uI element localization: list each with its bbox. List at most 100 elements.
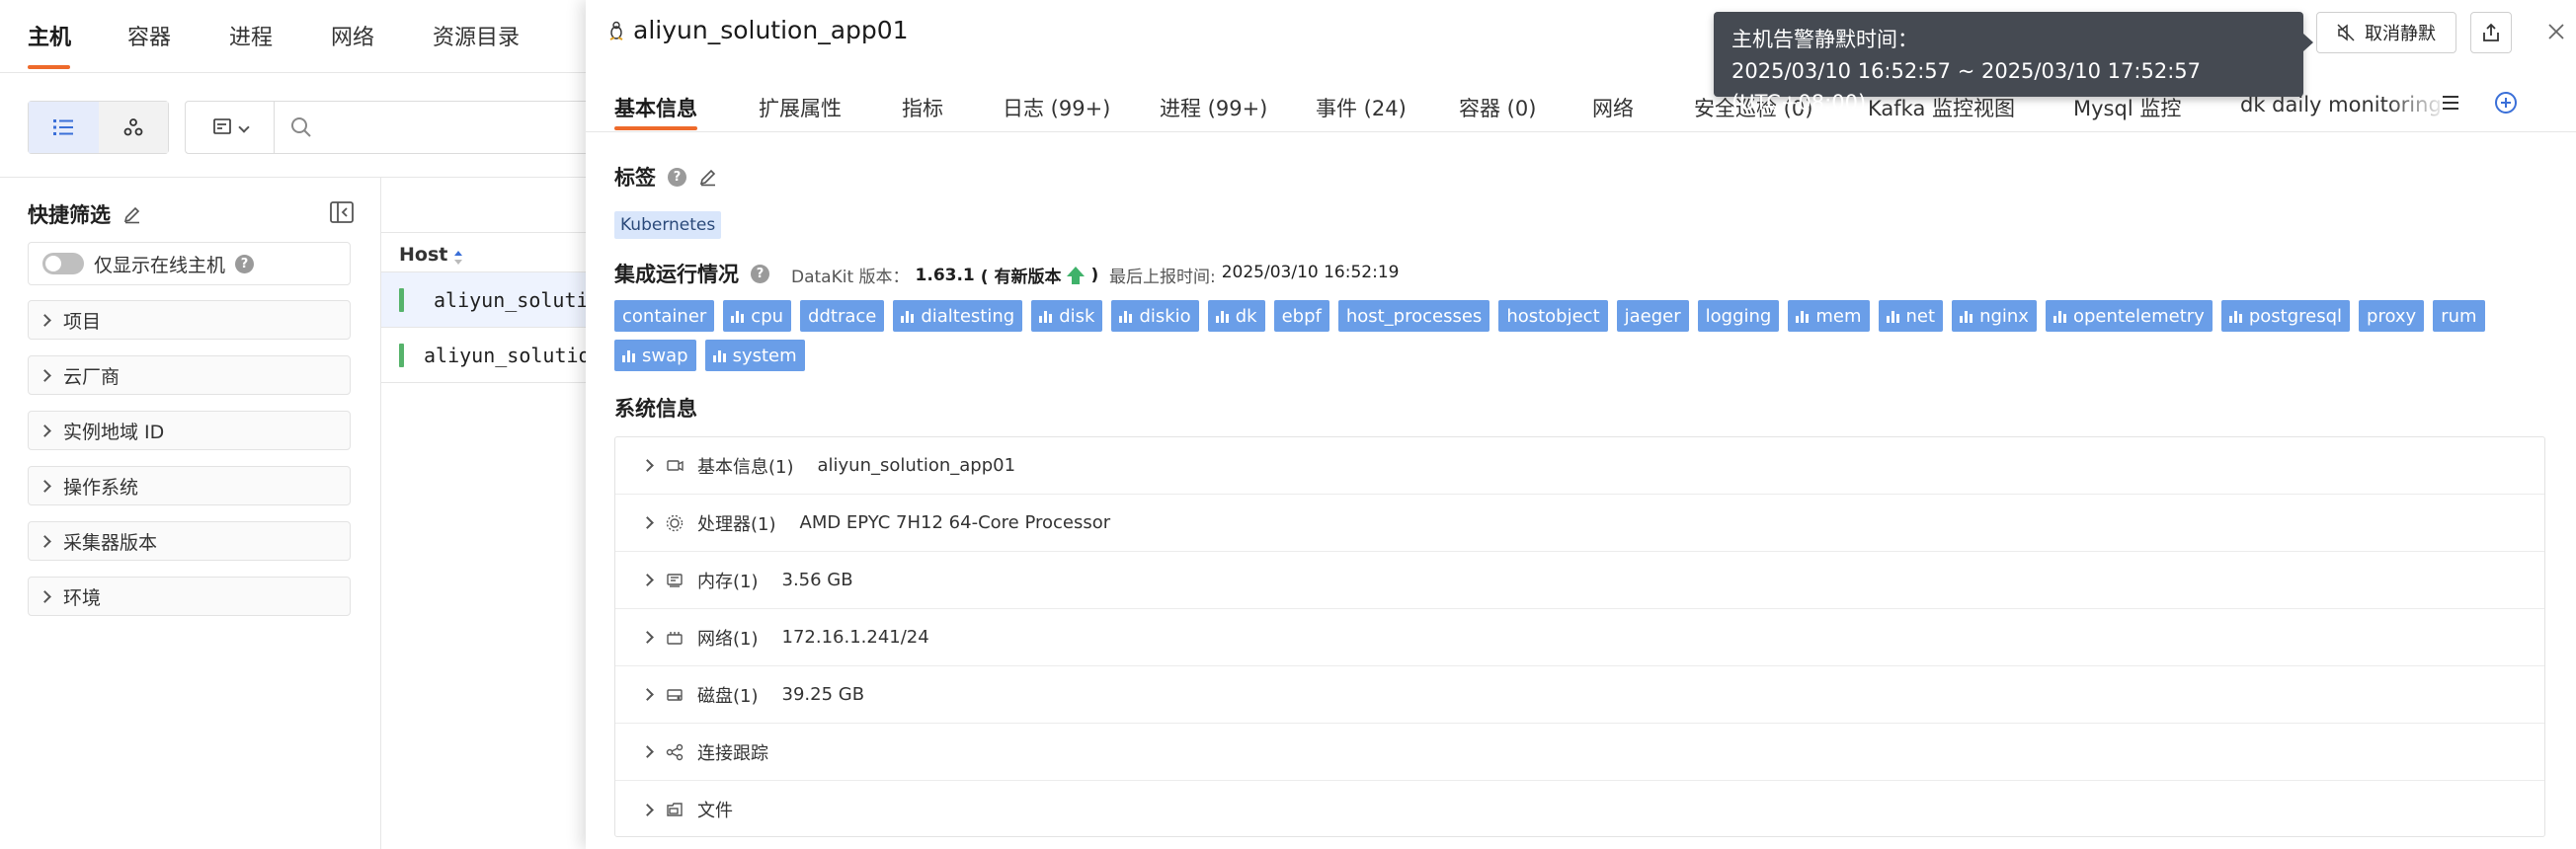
online-only-switch[interactable] xyxy=(42,253,84,274)
chevron-right-icon xyxy=(39,424,51,437)
integration-tag-system[interactable]: system xyxy=(704,340,805,371)
facet-environment[interactable]: 环境 xyxy=(28,577,351,616)
system-row-conntrack[interactable]: 连接跟踪 xyxy=(615,724,2544,781)
facet-label: 环境 xyxy=(63,586,102,609)
integration-tag-label: disk xyxy=(1059,305,1095,327)
facet-cloud-provider[interactable]: 云厂商 xyxy=(28,355,351,395)
integration-tag-cpu[interactable]: cpu xyxy=(723,300,792,332)
list-view-button[interactable] xyxy=(29,102,99,153)
integration-tag-label: diskio xyxy=(1139,305,1191,327)
add-tab-icon[interactable] xyxy=(2494,91,2518,115)
tab-network[interactable]: 网络 xyxy=(331,20,374,51)
tab-extended-attributes[interactable]: 扩展属性 xyxy=(759,93,842,122)
integration-tag-ebpf[interactable]: ebpf xyxy=(1273,300,1329,332)
integration-tag-diskio[interactable]: diskio xyxy=(1111,300,1199,332)
integration-tag-proxy[interactable]: proxy xyxy=(2359,300,2425,332)
tab-process[interactable]: 进程 xyxy=(229,20,273,51)
table-row[interactable]: aliyun_solution_app01 xyxy=(381,272,586,328)
tab-host[interactable]: 主机 xyxy=(28,20,71,51)
help-icon[interactable]: ? xyxy=(668,167,686,187)
integration-tag-host_processes[interactable]: host_processes xyxy=(1337,300,1490,332)
view-toggle xyxy=(28,101,169,154)
integration-tag-label: postgresql xyxy=(2248,305,2343,327)
integration-tag-disk[interactable]: disk xyxy=(1031,300,1103,332)
help-icon[interactable]: ? xyxy=(751,264,769,283)
help-icon[interactable]: ? xyxy=(235,254,255,273)
integration-tag-label: dk xyxy=(1235,305,1257,327)
system-row-network[interactable]: 网络(1) 172.16.1.241/24 xyxy=(615,609,2544,666)
tooltip-title: 主机告警静默时间： xyxy=(1731,28,1918,51)
integration-tag-dk[interactable]: dk xyxy=(1207,300,1265,332)
integration-title: 集成运行情况 xyxy=(614,263,739,286)
close-icon[interactable] xyxy=(2546,22,2566,41)
system-row-value: AMD EPYC 7H12 64-Core Processor xyxy=(799,512,1111,533)
quick-filter-header: 快捷筛选 xyxy=(28,199,354,229)
system-row-value: 172.16.1.241/24 xyxy=(781,627,929,648)
facet-collector-version[interactable]: 采集器版本 xyxy=(28,521,351,561)
unmute-label: 取消静默 xyxy=(2365,24,2436,44)
integration-tag-swap[interactable]: swap xyxy=(614,340,696,371)
unmute-button[interactable]: 取消静默 xyxy=(2316,12,2456,53)
tab-events[interactable]: 事件 (24) xyxy=(1316,93,1407,122)
chevron-right-icon xyxy=(39,589,51,603)
integration-tag-label: dialtesting xyxy=(921,305,1015,327)
facet-region-id[interactable]: 实例地域 ID xyxy=(28,411,351,450)
system-row-disk[interactable]: 磁盘(1) 39.25 GB xyxy=(615,666,2544,724)
tab-resource-catalog[interactable]: 资源目录 xyxy=(433,20,520,51)
query-mode-select[interactable] xyxy=(186,102,275,153)
integration-tag-nginx[interactable]: nginx xyxy=(1952,300,2037,332)
integration-tag-dialtesting[interactable]: dialtesting xyxy=(893,300,1023,332)
tab-logs[interactable]: 日志 (99+) xyxy=(1003,93,1110,122)
label-tag[interactable]: Kubernetes xyxy=(614,211,722,239)
column-header-host[interactable]: Host xyxy=(381,233,586,272)
integration-tag-label: container xyxy=(622,305,707,327)
collapse-sidebar-icon[interactable] xyxy=(330,201,354,223)
tab-basic-info[interactable]: 基本信息 xyxy=(614,93,697,122)
sort-icon[interactable] xyxy=(453,250,463,266)
edit-icon[interactable] xyxy=(698,167,718,187)
system-row-memory[interactable]: 内存(1) 3.56 GB xyxy=(615,552,2544,609)
integration-tag-logging[interactable]: logging xyxy=(1697,300,1780,332)
system-row-label: 处理器(1) xyxy=(697,513,776,535)
drawer-title: aliyun_solution_app01 xyxy=(609,16,909,44)
topology-icon xyxy=(123,118,143,136)
share-button[interactable] xyxy=(2470,12,2512,53)
integration-tag-opentelemetry[interactable]: opentelemetry xyxy=(2045,300,2213,332)
tab-network[interactable]: 网络 xyxy=(1592,93,1634,122)
table-row[interactable]: aliyun_solution_app02 xyxy=(381,328,586,383)
integration-tag-label: ddtrace xyxy=(808,305,877,327)
integration-tag-rum[interactable]: rum xyxy=(2433,300,2485,332)
bar-chart-icon xyxy=(1796,310,1810,323)
facet-project[interactable]: 项目 xyxy=(28,300,351,340)
tab-container[interactable]: 容器 xyxy=(127,20,171,51)
menu-icon[interactable] xyxy=(2441,93,2460,113)
datakit-version-info: DataKit 版本： 1.63.1 ( 有新版本 ) xyxy=(791,263,1098,288)
muted-icon xyxy=(2337,24,2355,41)
drawer-host-name: aliyun_solution_app01 xyxy=(633,16,909,44)
integration-tag-hostobject[interactable]: hostobject xyxy=(1498,300,1608,332)
tab-metrics[interactable]: 指标 xyxy=(902,93,943,122)
system-row-cpu[interactable]: 处理器(1) AMD EPYC 7H12 64-Core Processor xyxy=(615,495,2544,552)
file-icon xyxy=(667,803,683,816)
facet-os[interactable]: 操作系统 xyxy=(28,466,351,505)
integration-tag-ddtrace[interactable]: ddtrace xyxy=(800,300,885,332)
online-only-label: 仅显示在线主机 xyxy=(94,254,226,276)
edit-icon[interactable] xyxy=(122,204,142,224)
share-icon xyxy=(2483,23,2499,41)
chevron-right-icon xyxy=(39,368,51,382)
system-row-files[interactable]: 文件 xyxy=(615,781,2544,838)
integration-tag-label: cpu xyxy=(751,305,784,327)
last-report-time: 2025/03/10 16:52:19 xyxy=(1221,263,1400,282)
integration-tag-container[interactable]: container xyxy=(614,300,715,332)
integration-tag-net[interactable]: net xyxy=(1878,300,1944,332)
tab-processes[interactable]: 进程 (99+) xyxy=(1160,93,1267,122)
integration-tag-mem[interactable]: mem xyxy=(1788,300,1870,332)
tab-containers[interactable]: 容器 (0) xyxy=(1459,93,1536,122)
integration-tag-postgresql[interactable]: postgresql xyxy=(2220,300,2351,332)
connection-icon xyxy=(666,743,684,760)
topology-view-button[interactable] xyxy=(98,102,168,153)
integration-tag-jaeger[interactable]: jaeger xyxy=(1616,300,1689,332)
new-version-text[interactable]: ( 有新版本 xyxy=(981,263,1062,287)
system-info-panel: 基本信息(1) aliyun_solution_app01 处理器(1) AMD… xyxy=(614,436,2545,837)
system-row-basic[interactable]: 基本信息(1) aliyun_solution_app01 xyxy=(615,437,2544,495)
